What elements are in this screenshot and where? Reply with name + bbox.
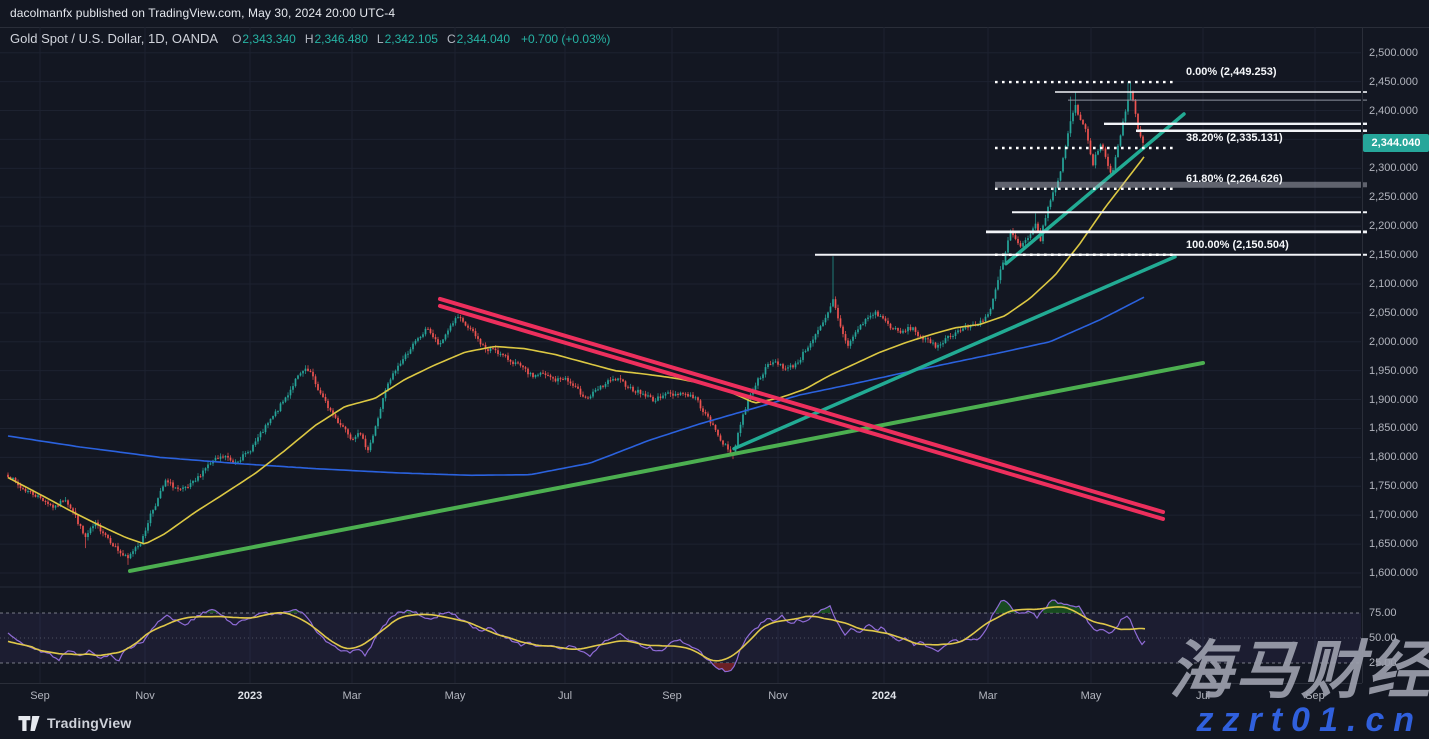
price-axis-label: 2,150.000	[1369, 249, 1418, 262]
tradingview-logo-link[interactable]: TradingView	[18, 715, 131, 731]
last-price-badge: 2,344.040	[1363, 133, 1429, 152]
tradingview-wordmark: TradingView	[47, 715, 132, 731]
price-axis-label: 2,500.000	[1369, 46, 1418, 59]
fib-level-label: 38.20% (2,335.131)	[1186, 132, 1283, 144]
time-axis-label: Mar	[342, 690, 362, 702]
time-axis-label: Nov	[135, 690, 155, 702]
change-value: +0.700 (+0.03%)	[521, 32, 611, 46]
price-axis-label: 2,200.000	[1369, 220, 1418, 233]
candlestick-series[interactable]	[7, 82, 1144, 565]
price-axis-label: 2,000.000	[1369, 335, 1418, 348]
descending-channel-lower[interactable]	[438, 303, 1165, 521]
gridlines	[0, 27, 1361, 683]
time-axis-label: 2023	[237, 690, 263, 702]
price-axis-label: 2,300.000	[1369, 162, 1418, 175]
symbol-title[interactable]: Gold Spot / U.S. Dollar, 1D, OANDA	[10, 31, 218, 46]
open-label: O	[232, 32, 242, 46]
plot-area[interactable]	[0, 27, 1361, 683]
time-axis-label: Sep	[30, 690, 50, 702]
price-axis-label: 2,450.000	[1369, 75, 1418, 88]
tradingview-logo-icon	[18, 715, 40, 731]
price-axis-label: 1,750.000	[1369, 480, 1418, 493]
price-axis-label: 2,100.000	[1369, 277, 1418, 290]
time-axis-label: 2024	[871, 690, 897, 702]
high-label: H	[304, 32, 314, 46]
watermark-cn-text: 海马财经	[1169, 636, 1429, 706]
low-label: L	[376, 32, 384, 46]
fib-level-label: 0.00% (2,449.253)	[1186, 66, 1277, 79]
price-axis-label: 2,050.000	[1369, 306, 1418, 319]
price-axis-label: 1,950.000	[1369, 364, 1418, 377]
low-value: 2,342.105	[384, 32, 438, 46]
rsi-axis-label: 75.00	[1369, 607, 1397, 619]
chart-canvas[interactable]	[0, 0, 1429, 739]
time-axis-label: Nov	[768, 690, 788, 702]
descending-channel-upper[interactable]	[438, 296, 1165, 515]
price-axis-label: 1,850.000	[1369, 422, 1418, 435]
high-value: 2,346.480	[314, 32, 368, 46]
fib-level-label: 100.00% (2,150.504)	[1186, 238, 1289, 251]
price-axis-label: 1,650.000	[1369, 538, 1418, 551]
time-axis-label: May	[1080, 690, 1102, 702]
tradingview-published-chart: dacolmanfx published on TradingView.com,…	[0, 0, 1429, 739]
time-axis-label: Sep	[662, 690, 682, 702]
fib-level-label: 61.80% (2,264.626)	[1186, 172, 1283, 185]
time-axis[interactable]: Sep Nov 2023 Mar May Jul Sep Nov 2024 Mar May Jul Se…	[0, 683, 1362, 710]
price-axis-label: 2,400.000	[1369, 104, 1418, 117]
time-axis-label: Jul	[557, 690, 573, 702]
time-axis-label: Mar	[978, 690, 998, 702]
price-axis-label: 1,900.000	[1369, 393, 1418, 406]
time-axis-label: May	[444, 690, 466, 702]
price-axis-label: 1,800.000	[1369, 451, 1418, 464]
legend-row: Gold Spot / U.S. Dollar, 1D, OANDA O2,343…	[10, 31, 610, 46]
close-label: C	[446, 32, 456, 46]
rsi-pane[interactable]	[0, 599, 1361, 673]
price-axis-label: 2,250.000	[1369, 191, 1418, 204]
close-value: 2,344.040	[456, 32, 511, 46]
open-value: 2,343.340	[242, 32, 296, 46]
price-axis-label: 1,600.000	[1369, 566, 1418, 579]
price-axis-label: 1,700.000	[1369, 509, 1418, 522]
ascending-teal-long[interactable]	[732, 255, 1177, 451]
price-axis[interactable]: 2,344.040 2,500.000 2,450.000 2,400.000 2,3…	[1362, 27, 1429, 683]
watermark-url-text: zzrt01.cn	[1196, 701, 1423, 739]
